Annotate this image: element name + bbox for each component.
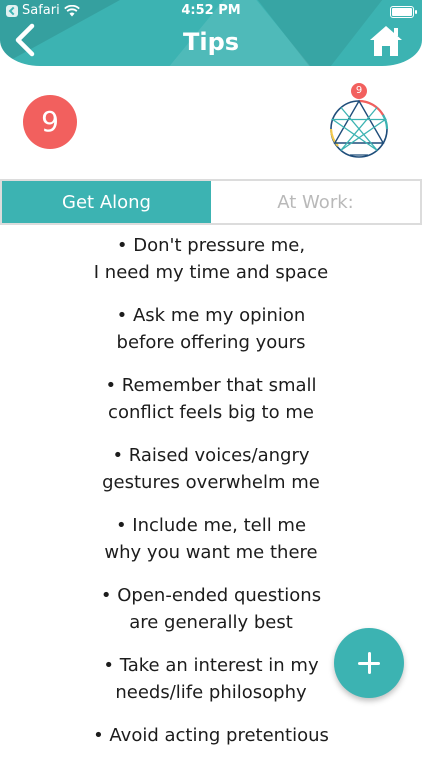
tab-bar: Get Along At Work: [0, 179, 422, 225]
tip-line: • Ask me my opinion [116, 305, 306, 326]
battery-icon [390, 6, 417, 18]
list-item: • Remember that small conflict feels big… [0, 372, 422, 426]
tip-line: conflict feels big to me [108, 402, 314, 423]
tip-line: • Remember that small [105, 375, 317, 396]
list-item: • Raised voices/angry gestures overwhelm… [0, 442, 422, 496]
tip-line: • Don't pressure me, [116, 235, 306, 256]
enneagram-type-badge: 9 [351, 83, 367, 99]
tab-get-along[interactable]: Get Along [2, 181, 211, 223]
tip-line: gestures overwhelm me [102, 472, 320, 493]
home-button[interactable] [368, 24, 404, 58]
type-number-badge: 9 [23, 95, 77, 149]
list-item: • Ask me my opinion before offering your… [0, 302, 422, 356]
status-bar: Safari 4:52 PM [0, 0, 422, 22]
status-time: 4:52 PM [181, 3, 241, 18]
list-item: • Open-ended questions are generally bes… [0, 582, 422, 636]
tip-line: • Include me, tell me [115, 515, 307, 536]
tip-line: • Avoid acting pretentious [93, 725, 329, 746]
tip-line: • Open-ended questions [100, 585, 322, 606]
tip-line: before offering yours [116, 332, 306, 353]
list-item: • Avoid acting pretentious [0, 722, 422, 749]
tip-line: • Raised voices/angry [112, 445, 310, 466]
tip-line: I need my time and space [93, 262, 329, 283]
tab-at-work[interactable]: At Work: [211, 181, 420, 223]
tip-line: why you want me there [104, 542, 318, 563]
list-item: • Don't pressure me, I need my time and … [0, 232, 422, 286]
add-button[interactable] [334, 628, 404, 698]
page-title: Tips [182, 28, 240, 56]
list-item: • Include me, tell me why you want me th… [0, 512, 422, 566]
home-icon [370, 26, 402, 56]
